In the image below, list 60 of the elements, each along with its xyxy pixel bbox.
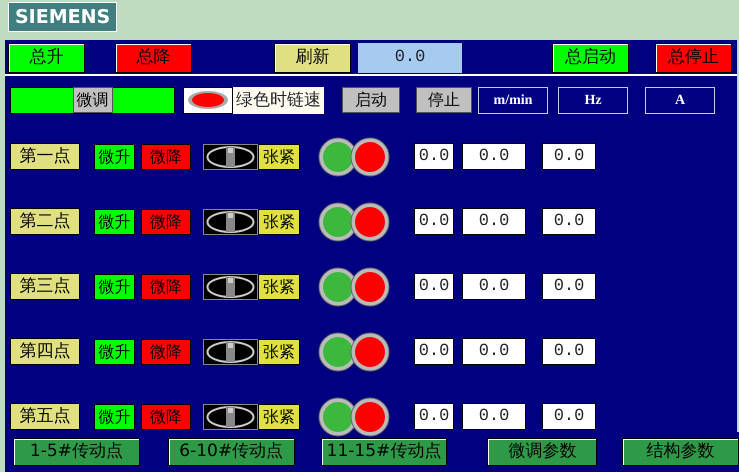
value-field: 0.0: [462, 403, 526, 430]
selector-switch-icon[interactable]: [203, 144, 258, 170]
raise-button[interactable]: 微升: [94, 404, 135, 430]
fine-adjust-button[interactable]: 微调: [72, 87, 112, 113]
value-field: 0.0: [462, 273, 526, 300]
panel-button[interactable]: 刷新: [274, 43, 351, 73]
lower-button[interactable]: 微降: [141, 338, 191, 364]
value-field: 0.0: [542, 338, 596, 365]
panel-button[interactable]: 总启动: [552, 43, 629, 73]
lower-button[interactable]: 微降: [141, 144, 191, 170]
point-label: 第二点: [10, 208, 80, 235]
value-field: 0.0: [414, 208, 454, 235]
tension-button[interactable]: 张紧: [258, 404, 300, 430]
value-field: 0.0: [414, 403, 454, 430]
lower-button[interactable]: 微降: [141, 208, 191, 234]
tension-button[interactable]: 张紧: [258, 144, 300, 170]
selector-switch-icon[interactable]: [203, 274, 258, 300]
tension-button[interactable]: 张紧: [258, 274, 300, 300]
raise-button[interactable]: 微升: [94, 144, 135, 170]
value-field: 0.0: [414, 143, 454, 170]
point-label: 第一点: [10, 143, 80, 170]
selector-switch-icon[interactable]: [203, 404, 258, 430]
value-field: 0.0: [542, 208, 596, 235]
value-field: 0.0: [542, 403, 596, 430]
toggle-switch[interactable]: [183, 86, 233, 114]
selector-switch-icon[interactable]: [203, 208, 258, 234]
lower-button[interactable]: 微降: [141, 274, 191, 300]
nav-button[interactable]: 1-5#传动点: [13, 438, 140, 466]
logo: SIEMENS: [8, 2, 118, 32]
value-field: 0.0: [462, 143, 526, 170]
toggle-label: 绿色时链速: [233, 86, 324, 114]
value-field: 0.0: [462, 208, 526, 235]
panel-button[interactable]: 总升: [8, 43, 85, 73]
value-field: 0.0: [414, 273, 454, 300]
stop-button[interactable]: 停止: [416, 87, 472, 113]
point-label: 第四点: [10, 338, 80, 365]
value-field: 0.0: [542, 143, 596, 170]
column-header: Hz: [558, 86, 628, 114]
nav-button[interactable]: 微调参数: [487, 438, 598, 466]
nav-button[interactable]: 6-10#传动点: [168, 438, 295, 466]
nav-button[interactable]: 结构参数: [622, 438, 739, 466]
value-field: 0.0: [462, 338, 526, 365]
raise-button[interactable]: 微升: [94, 208, 135, 234]
column-header: m/min: [478, 86, 548, 114]
selector-switch-icon[interactable]: [203, 338, 258, 364]
tension-button[interactable]: 张紧: [258, 208, 300, 234]
point-label: 第三点: [10, 273, 80, 300]
panel-button[interactable]: 总降: [115, 43, 192, 73]
panel-button[interactable]: 总停止: [655, 43, 732, 73]
tension-button[interactable]: 张紧: [258, 338, 300, 364]
lower-button[interactable]: 微降: [141, 404, 191, 430]
nav-button[interactable]: 11-15#传动点: [320, 438, 448, 466]
point-label: 第五点: [10, 403, 80, 430]
column-header: A: [645, 86, 715, 114]
raise-button[interactable]: 微升: [94, 338, 135, 364]
raise-button[interactable]: 微升: [94, 274, 135, 300]
start-button[interactable]: 启动: [342, 87, 400, 113]
value-field: 0.0: [414, 338, 454, 365]
value-field: 0.0: [542, 273, 596, 300]
value-display: 0.0: [358, 43, 462, 73]
